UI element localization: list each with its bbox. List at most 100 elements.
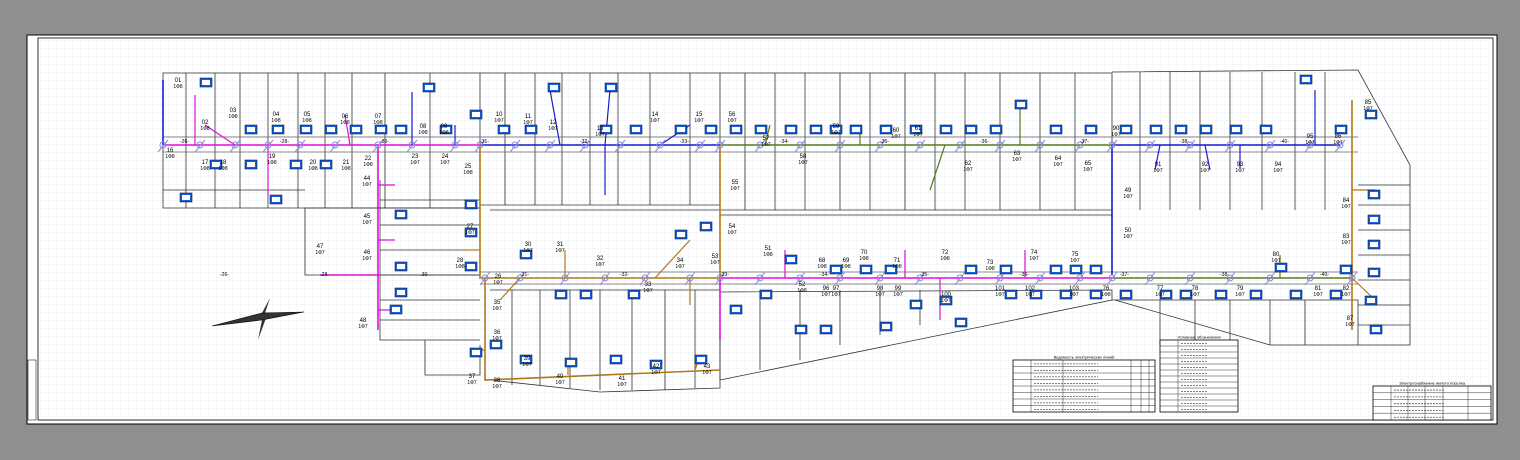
- plot-type: 1Ф7: [555, 380, 565, 386]
- plot-type: 1Ф7: [1235, 292, 1245, 298]
- meter-box-window: [1302, 77, 1310, 82]
- meter-box-window: [612, 357, 620, 362]
- meter-box-window: [762, 292, 770, 297]
- plot-type: 1Ф7: [821, 292, 831, 298]
- plot-type: 1Ф7: [831, 130, 841, 136]
- plot-type: 1Ф8: [218, 166, 228, 172]
- plot-type: 1Ф7: [493, 280, 503, 286]
- meter-box-window: [500, 127, 508, 132]
- span-label: -28-: [320, 272, 329, 278]
- meter-box-window: [967, 267, 975, 272]
- meter-box-window: [1232, 127, 1240, 132]
- meter-box-window: [1277, 265, 1285, 270]
- plot-type: 1Ф7: [761, 142, 771, 148]
- plot-type: 1Ф7: [1029, 256, 1039, 262]
- plot-type: 1Ф7: [492, 306, 502, 312]
- meter-box-window: [292, 162, 300, 167]
- meter-box-window: [272, 197, 280, 202]
- plot-type: 1Ф7: [1123, 234, 1133, 240]
- meter-box-window: [1370, 242, 1378, 247]
- plot-type: 1Ф7: [523, 120, 533, 126]
- meter-box-window: [274, 127, 282, 132]
- meter-box-window: [397, 212, 405, 217]
- meter-box-window: [397, 264, 405, 269]
- span-label: -28-: [280, 139, 289, 145]
- plot-type: 1Ф8: [340, 120, 350, 126]
- meter-box-window: [1072, 267, 1080, 272]
- plot-type: 1Ф7: [1341, 292, 1351, 298]
- meter-box-window: [812, 127, 820, 132]
- meter-box-window: [787, 127, 795, 132]
- meter-box-window: [1052, 127, 1060, 132]
- meter-box-window: [352, 127, 360, 132]
- meter-box-window: [567, 360, 575, 365]
- meter-box-window: [247, 127, 255, 132]
- meter-box-window: [202, 80, 210, 85]
- table-title: Ведомость электрических линий: [1054, 355, 1115, 360]
- meter-box-window: [327, 127, 335, 132]
- meter-box-window: [1152, 127, 1160, 132]
- plot-type: 1Ф7: [995, 292, 1005, 298]
- plot-type: 1Ф7: [702, 370, 712, 376]
- span-label: -37-: [1120, 272, 1129, 278]
- plot-type: 1Ф7: [1200, 168, 1210, 174]
- plot-type: 1Ф7: [362, 182, 372, 188]
- span-label: -38-: [1220, 272, 1229, 278]
- plot-type: 1Ф7: [1123, 194, 1133, 200]
- plot-type: 1Ф7: [727, 230, 737, 236]
- plot-type: 1Ф7: [555, 248, 565, 254]
- span-label: -40-: [1320, 272, 1329, 278]
- meter-box-window: [992, 127, 1000, 132]
- span-label: -36-: [1020, 272, 1029, 278]
- plot-type: 1Ф7: [1341, 240, 1351, 246]
- plot-type: 1Ф7: [1070, 258, 1080, 264]
- plot-type: 1Ф7: [941, 298, 951, 304]
- plot-type: 1Ф7: [893, 292, 903, 298]
- meter-box-window: [1202, 127, 1210, 132]
- meter-box-window: [1367, 298, 1375, 303]
- meter-box-window: [1332, 292, 1340, 297]
- meter-box-window: [832, 267, 840, 272]
- plot-type: 1Ф7: [465, 230, 475, 236]
- plot-type: 1Ф7: [1111, 132, 1121, 138]
- plot-type: 1Ф7: [1235, 168, 1245, 174]
- plot-type: 1Ф7: [362, 256, 372, 262]
- span-label: -34-: [820, 272, 829, 278]
- meter-box-window: [1092, 292, 1100, 297]
- meter-box-window: [630, 292, 638, 297]
- plot-type: 1Ф7: [1333, 140, 1343, 146]
- plot-type: 1Ф7: [650, 118, 660, 124]
- meter-box-window: [1262, 127, 1270, 132]
- plot-type: 1Ф8: [302, 118, 312, 124]
- plot-type: 1Ф7: [1313, 292, 1323, 298]
- plot-type: 1Ф8: [200, 126, 210, 132]
- meter-box-window: [697, 357, 705, 362]
- plot-type: 1Ф7: [643, 288, 653, 294]
- plot-type: 1Ф7: [492, 384, 502, 390]
- meter-box-window: [1342, 267, 1350, 272]
- plot-type: 1Ф7: [1273, 168, 1283, 174]
- span-label: -35-: [880, 139, 889, 145]
- plot-type: 1Ф8: [165, 154, 175, 160]
- meter-box-window: [1370, 192, 1378, 197]
- meter-box-window: [702, 224, 710, 229]
- table-title: Условные обозначения: [1177, 335, 1220, 340]
- meter-box-window: [1122, 127, 1130, 132]
- plot-type: 1Ф7: [675, 264, 685, 270]
- meter-box-window: [1017, 102, 1025, 107]
- plot-type: 1Ф7: [730, 186, 740, 192]
- plot-type: 1Ф7: [651, 370, 661, 376]
- plot-type: 1Ф8: [797, 288, 807, 294]
- meter-box-window: [550, 85, 558, 90]
- span-label: -26-: [180, 139, 189, 145]
- plot-type: 1Ф7: [523, 248, 533, 254]
- plot-type: 1Ф8: [985, 266, 995, 272]
- plot-type: 1Ф7: [1155, 292, 1165, 298]
- meter-box-window: [557, 292, 565, 297]
- meter-box-window: [882, 127, 890, 132]
- plot-type: 1Ф8: [267, 160, 277, 166]
- meter-box-window: [1122, 292, 1130, 297]
- meter-box-window: [472, 350, 480, 355]
- plot-type: 1Ф7: [1341, 204, 1351, 210]
- meter-box-window: [492, 342, 500, 347]
